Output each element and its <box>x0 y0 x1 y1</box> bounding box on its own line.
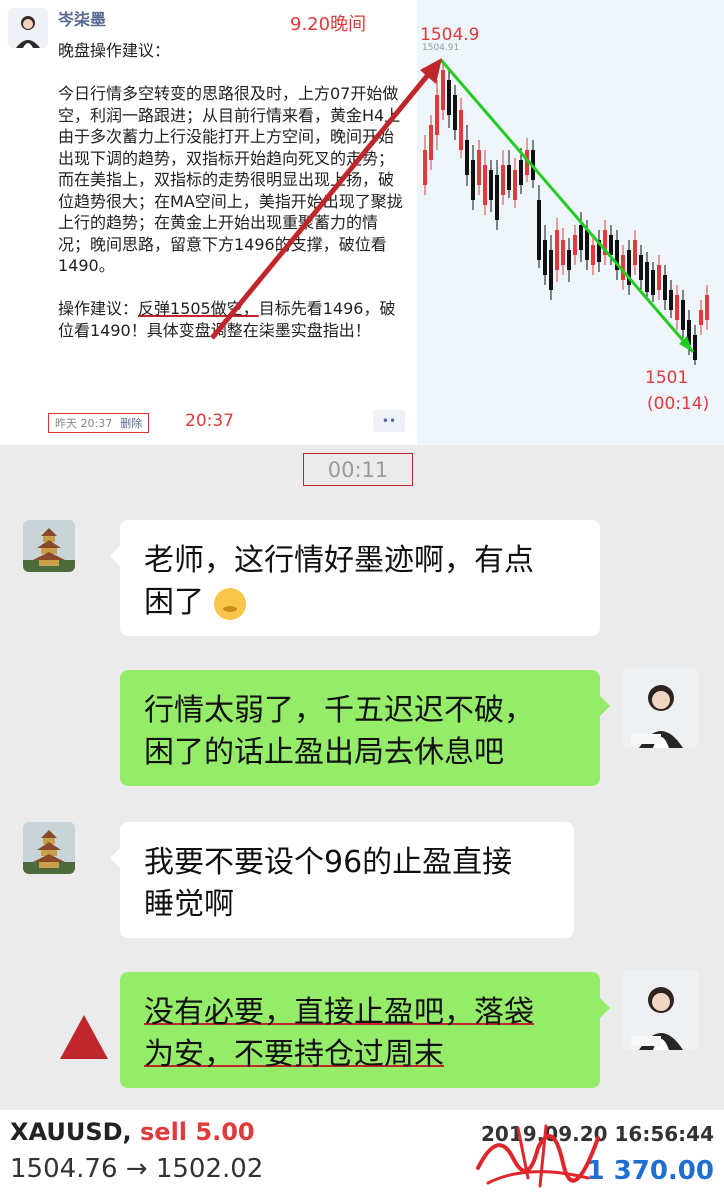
candle-body <box>483 165 487 205</box>
candle-body <box>669 290 673 310</box>
post-paragraph-2-prefix: 操作建议： <box>58 299 139 318</box>
high-price-small-label: 1504.91 <box>422 43 459 53</box>
candle-body <box>423 150 427 185</box>
candle-body <box>633 240 637 265</box>
post-timestamp: 昨天 20:37 <box>55 417 113 430</box>
author-name[interactable]: 岑柒墨 <box>58 6 106 30</box>
candle-body <box>705 295 709 320</box>
trade-symbol-line: XAUUSD, sell 5.00 <box>10 1118 255 1146</box>
candle-body <box>477 150 481 185</box>
candle-body <box>507 165 511 190</box>
candle-body <box>567 250 571 270</box>
candle-body <box>429 125 433 160</box>
candle-body <box>591 245 595 265</box>
post-title: 晚盘操作建议： <box>58 41 171 60</box>
candle-body <box>537 200 541 260</box>
candle-body <box>519 160 523 185</box>
message-2-line-2: 困了的话止盈出局去休息吧 <box>144 735 504 770</box>
high-price-label: 1504.9 <box>420 25 479 45</box>
message-4-bubble[interactable]: 没有必要，直接止盈吧，落袋 为安，不要持仓过周末 <box>120 972 610 1088</box>
candle-body <box>447 80 451 115</box>
candle-body <box>675 295 679 320</box>
message-3-line-1: 我要不要设个96的止盈直接 <box>144 845 513 880</box>
candle-body <box>579 225 583 250</box>
green-trend-arrow <box>439 59 695 353</box>
post-paragraph-1: 今日行情多空转变的思路很及时，上方07开始做空，利润一路跟进；从目前行情来看，黄… <box>58 84 403 275</box>
candle-body <box>459 110 463 150</box>
candle-body <box>645 262 649 292</box>
message-4-line-2: 为安，不要持仓过周末 <box>144 1037 444 1072</box>
candle-body <box>471 160 475 200</box>
message-2-line-1: 行情太弱了，千五迟迟不破， <box>144 693 534 728</box>
candlestick-chart: 1504.9 1504.91 1501 (00:14) <box>420 25 709 414</box>
red-triangle-marker <box>60 1015 108 1059</box>
candle-body <box>573 235 577 255</box>
low-time-label: (00:14) <box>647 394 709 414</box>
candle-body <box>501 165 505 195</box>
candle-body <box>681 300 685 330</box>
message-2-bubble[interactable]: 行情太弱了，千五迟迟不破， 困了的话止盈出局去休息吧 <box>120 670 610 786</box>
candle-body <box>513 170 517 200</box>
time-annotation: 20:37 <box>185 411 234 431</box>
top-panel: 岑柒墨 9.20晚间 晚盘操作建议： 今日行情多空转变的思路很及时，上方07开始… <box>0 0 724 445</box>
trade-side: sell 5.00 <box>140 1118 255 1146</box>
message-1-line-1: 老师，这行情好墨迹啊，有点 <box>144 543 534 578</box>
message-1-line-2: 困了 <box>144 585 204 620</box>
candle-body <box>699 310 703 325</box>
candle-body <box>663 275 667 300</box>
trade-symbol: XAUUSD, <box>10 1118 132 1146</box>
price-chart: 1504.9 1504.91 1501 (00:14) <box>417 0 724 445</box>
post-meta: 昨天 20:37 删除 <box>48 413 150 433</box>
candle-body <box>441 70 445 110</box>
message-4-line-1: 没有必要，直接止盈吧，落袋 <box>144 995 534 1030</box>
candle-body <box>639 255 643 280</box>
post-key-advice: 反弹1505做空， <box>138 299 259 318</box>
candle-body <box>435 95 439 135</box>
moments-post: 岑柒墨 9.20晚间 晚盘操作建议： 今日行情多空转变的思路很及时，上方07开始… <box>0 0 417 445</box>
trade-prices: 1504.76 → 1502.02 <box>10 1154 264 1184</box>
date-annotation: 9.20晚间 <box>290 14 367 35</box>
candle-body <box>609 235 613 255</box>
message-3-line-2: 睡觉啊 <box>144 887 234 922</box>
candle-body <box>693 335 697 360</box>
candle-body <box>651 270 655 295</box>
low-price-label: 1501 <box>645 368 688 388</box>
message-3-bubble[interactable]: 我要不要设个96的止盈直接 睡觉啊 <box>110 822 574 938</box>
signature-watermark <box>476 1124 600 1188</box>
trade-record: XAUUSD, sell 5.00 1504.76 → 1502.02 2019… <box>0 1110 724 1195</box>
delete-link[interactable]: 删除 <box>120 417 142 430</box>
author-avatar[interactable] <box>8 8 48 48</box>
candle-body <box>495 175 499 220</box>
candle-body <box>585 230 589 260</box>
candle-body <box>543 240 547 275</box>
candle-body <box>657 265 661 290</box>
student-avatar-tower[interactable] <box>23 520 75 572</box>
candle-body <box>453 95 457 130</box>
candle-body <box>465 140 469 175</box>
message-1-bubble[interactable]: 老师，这行情好墨迹啊，有点 困了 <box>110 520 600 636</box>
teacher-avatar-2[interactable] <box>623 970 699 1050</box>
student-avatar-tower-2[interactable] <box>23 822 75 874</box>
post-body: 晚盘操作建议： 今日行情多空转变的思路很及时，上方07开始做空，利润一路跟进；从… <box>58 40 406 341</box>
candle-body <box>489 170 493 200</box>
candle-body <box>549 250 553 290</box>
candle-body <box>555 230 559 270</box>
chat-time-tag: 00:11 <box>303 453 413 486</box>
yawning-emoji-icon <box>213 587 246 620</box>
more-options-button[interactable]: •• <box>373 410 405 432</box>
teacher-avatar[interactable] <box>623 668 699 748</box>
candle-body <box>561 240 565 265</box>
